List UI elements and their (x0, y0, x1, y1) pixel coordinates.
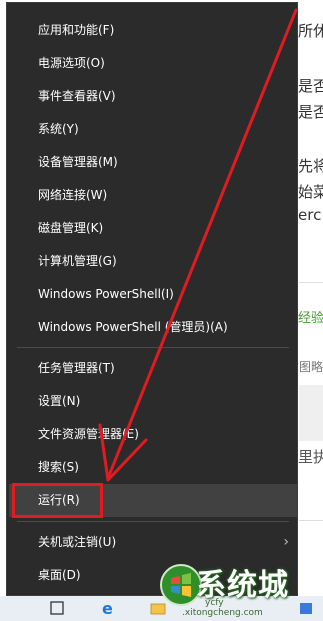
screenshot-root: 所休眠 是否 是否 先将 始菜 erc 经验 图略 里执 应用和功能(F) 电源… (0, 0, 323, 621)
app-icon[interactable] (298, 600, 314, 616)
search-icon[interactable] (50, 600, 64, 616)
annotation-arrow (98, 8, 298, 482)
watermark-text: 系统城 (196, 568, 289, 603)
windows-logo-icon (171, 573, 191, 597)
edge-icon[interactable]: e (100, 600, 118, 616)
watermark-url-label: .xitongcheng.com (182, 608, 263, 618)
svg-text:e: e (102, 600, 113, 616)
